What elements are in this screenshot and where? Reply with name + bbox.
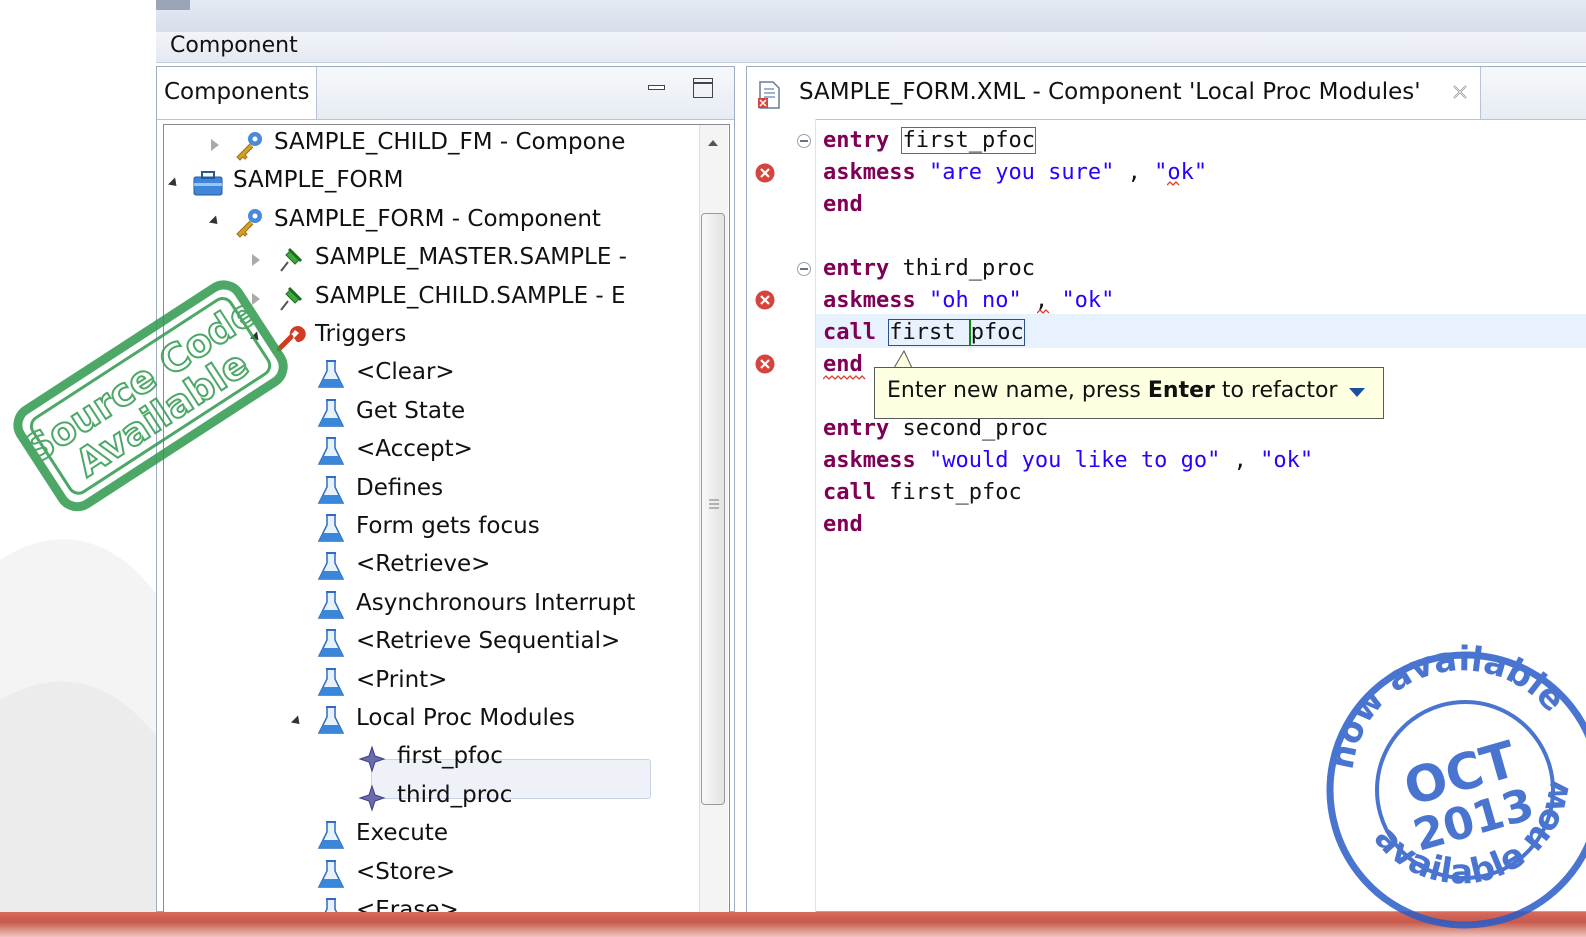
editor-tabbar: SAMPLE_FORM.XML - Component 'Local Proc … [747, 67, 1586, 120]
tree-item-label: <Retrieve> [356, 551, 491, 578]
collapsed-arrow-icon[interactable] [208, 138, 222, 152]
xml-file-error-icon [758, 81, 780, 109]
source-code-available-stamp: Source Code Available [13, 280, 288, 512]
expanded-arrow-icon[interactable] [208, 215, 222, 229]
flask-icon [314, 512, 348, 546]
tree-item-label: Form gets focus [356, 513, 540, 539]
tree-item[interactable]: third_proc [164, 780, 699, 816]
code-line[interactable]: entry first_pfoc [823, 125, 1036, 157]
tree-item-label: SAMPLE_FORM [233, 167, 404, 194]
flask-icon [314, 858, 348, 892]
fold-toggle-icon[interactable] [797, 262, 811, 276]
error-squiggle [823, 375, 866, 380]
editor-tab-title: SAMPLE_FORM.XML - Component 'Local Proc … [799, 79, 1421, 105]
tree-item-label: third_proc [397, 781, 513, 808]
flask-icon [314, 627, 348, 661]
editor-tab[interactable]: SAMPLE_FORM.XML - Component 'Local Proc … [747, 67, 1481, 119]
tab-components-label: Components [164, 79, 310, 105]
tree-item-label: Defines [356, 474, 444, 501]
tree-item-label: <Accept> [356, 436, 473, 463]
error-marker-icon[interactable] [754, 162, 776, 184]
tree-item-label: SAMPLE_MASTER.SAMPLE - [315, 244, 627, 271]
tree-item-label: Asynchronours Interrupt [356, 589, 636, 616]
flask-icon [314, 550, 348, 584]
tree-item-label: Local Proc Modules [356, 705, 575, 731]
tree-item-label: SAMPLE_FORM - Component [274, 205, 601, 232]
flask-icon [314, 435, 348, 469]
components-tabbar: Components [157, 67, 734, 120]
flask-icon [314, 474, 348, 508]
tooltip-text: Enter new name, press Enter to refactor [887, 378, 1338, 403]
code-line[interactable]: askmess "are you sure" , "ok" [823, 157, 1207, 189]
code-line[interactable]: end [823, 509, 863, 541]
tree-item-label: Execute [356, 820, 448, 847]
code-line[interactable]: entry third_proc [823, 253, 1035, 285]
tooltip-pointer [893, 349, 913, 369]
tree-item[interactable]: Local Proc Modules [164, 703, 699, 739]
flask-icon [314, 666, 348, 700]
expanded-arrow-icon[interactable] [290, 714, 304, 728]
proc-diamond-icon [355, 742, 389, 776]
flask-icon [314, 704, 348, 738]
tree-item[interactable]: <Print> [164, 665, 699, 701]
code-line[interactable]: askmess "oh no" , "ok" [823, 285, 1114, 317]
flask-icon [314, 819, 348, 853]
tree-item[interactable]: Asynchronours Interrupt [164, 588, 699, 624]
error-squiggle [1167, 181, 1180, 186]
scroll-up-arrow-icon[interactable] [699, 133, 727, 153]
form-toolbox-icon [191, 166, 225, 200]
tree-item[interactable]: <Store> [164, 857, 699, 893]
tree-item-label: <Clear> [356, 359, 455, 386]
tree-item-label: first_pfoc [397, 743, 503, 770]
oct-2013-stamp: now available available now OCT 2013 [1320, 640, 1586, 929]
tree-item-label: <Print> [356, 666, 448, 693]
collapsed-arrow-icon[interactable] [249, 253, 263, 267]
flask-icon [314, 358, 348, 392]
component-key-icon [232, 205, 266, 239]
scroll-grip-icon [709, 499, 719, 509]
error-marker-icon[interactable] [754, 353, 776, 375]
tree-item[interactable]: SAMPLE_FORM - Component [164, 204, 699, 240]
code-line[interactable]: call first pfoc [823, 317, 1025, 349]
tab-components[interactable]: Components [157, 67, 317, 119]
code-line[interactable]: end [823, 189, 863, 221]
tree-item[interactable]: SAMPLE_CHILD_FM - Compone [164, 127, 699, 163]
tree-item-label: SAMPLE_CHILD.SAMPLE - E [315, 282, 626, 309]
error-squiggle [1037, 309, 1050, 314]
component-key-icon [232, 128, 266, 162]
tree-item[interactable]: SAMPLE_FORM [164, 165, 699, 201]
component-tree[interactable]: SAMPLE_CHILD_FM - Compone SAMPLE_FORM SAMP… [163, 124, 730, 916]
tooltip-menu-dropdown-icon[interactable] [1349, 388, 1365, 397]
proc-diamond-icon [355, 781, 389, 815]
window-titlebar: Component [156, 32, 1586, 63]
tree-item[interactable]: <Retrieve> [164, 549, 699, 585]
tree-item-label: <Retrieve Sequential> [356, 628, 621, 655]
flask-icon [314, 397, 348, 431]
window-title: Component [170, 33, 298, 58]
flask-icon [314, 589, 348, 623]
tree-item-label: <Store> [356, 858, 456, 885]
error-marker-icon[interactable] [754, 289, 776, 311]
editor-gutter [747, 119, 816, 913]
tree-item[interactable]: first_pfoc [164, 741, 699, 777]
tree-item-label: Get State [356, 397, 466, 424]
close-tab-icon[interactable] [1449, 81, 1471, 103]
fold-toggle-icon[interactable] [797, 134, 811, 148]
code-line[interactable]: call first_pfoc [823, 477, 1022, 509]
tree-item-label: Triggers [315, 321, 407, 347]
expanded-arrow-icon[interactable] [167, 176, 181, 190]
code-line[interactable]: askmess "would you like to go" , "ok" [823, 445, 1313, 477]
tree-item-label: SAMPLE_CHILD_FM - Compone [274, 129, 626, 155]
minimize-button[interactable] [645, 77, 667, 99]
rename-refactor-tooltip: Enter new name, press Enter to refactor [874, 367, 1384, 419]
maximize-button[interactable] [693, 78, 713, 98]
tree-item[interactable]: <Retrieve Sequential> [164, 626, 699, 662]
tree-item[interactable]: Execute [164, 818, 699, 854]
top-strip [156, 0, 1586, 33]
